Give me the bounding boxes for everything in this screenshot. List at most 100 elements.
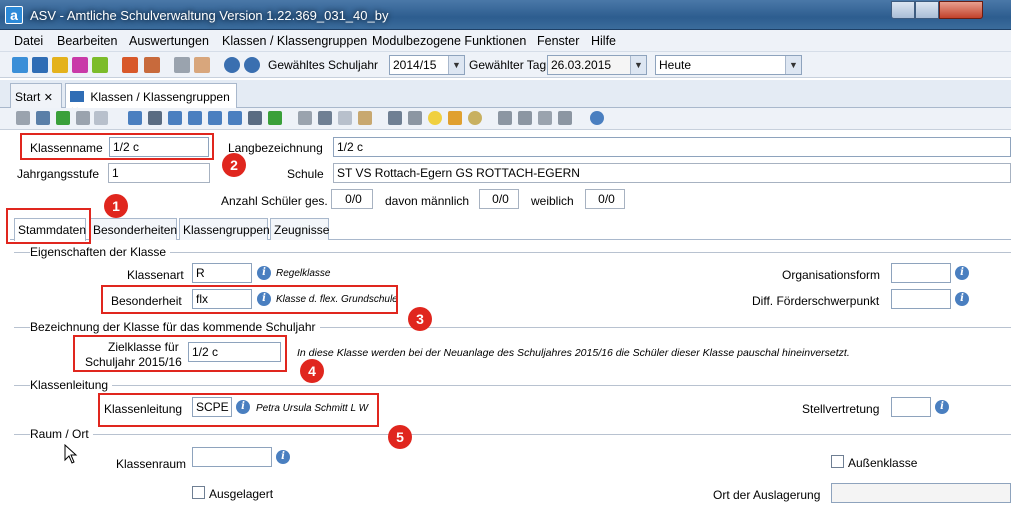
schule-label: Schule <box>287 167 324 181</box>
ort-label: Ort der Auslagerung <box>713 488 821 502</box>
tab-klassen[interactable]: Klassen / Klassengruppen ✕ <box>65 83 237 118</box>
klassenleitung-title: Klassenleitung <box>30 378 113 392</box>
weiblich-field: 0/0 <box>585 189 625 209</box>
langbezeichnung-input[interactable]: 1/2 c <box>333 137 1011 157</box>
clock-icon[interactable] <box>468 111 482 125</box>
menu-auswertungen[interactable]: Auswertungen <box>129 34 209 48</box>
menu-hilfe[interactable]: Hilfe <box>591 34 616 48</box>
prev-record-icon[interactable] <box>188 111 202 125</box>
anzahl-field: 0/0 <box>331 189 373 209</box>
minimize-button[interactable] <box>891 1 915 19</box>
prev-page-icon[interactable] <box>168 111 182 125</box>
students-icon[interactable] <box>12 57 28 73</box>
heute-select[interactable]: Heute ▼ <box>655 55 802 75</box>
annotation-badge-1: 1 <box>104 194 128 218</box>
schule-field[interactable]: ST VS Rottach-Egern GS ROTTACH-EGERN <box>333 163 1011 183</box>
new-record-icon[interactable] <box>16 111 30 125</box>
refresh-icon[interactable] <box>268 111 282 125</box>
class-icon[interactable] <box>32 57 48 73</box>
menu-bearbeiten[interactable]: Bearbeiten <box>57 34 117 48</box>
export-icon[interactable] <box>194 57 210 73</box>
klassenart-input[interactable]: R <box>192 263 252 283</box>
chevron-down-icon[interactable]: ▼ <box>630 56 646 74</box>
klassenart-label: Klassenart <box>127 268 184 282</box>
ausgelagert-checkbox[interactable] <box>192 486 205 499</box>
annotation-box-1 <box>6 208 91 244</box>
paste-icon[interactable] <box>358 111 372 125</box>
title-bar: a ASV - Amtliche Schulverwaltung Version… <box>0 0 1011 30</box>
info-icon[interactable]: i <box>276 450 290 464</box>
report-icon[interactable] <box>144 57 160 73</box>
tab-klassen-label: Klassen / Klassengruppen <box>90 90 230 104</box>
wizard-icon[interactable] <box>448 111 462 125</box>
next-record-icon[interactable] <box>208 111 222 125</box>
annotation-box-5 <box>98 393 379 427</box>
info-icon[interactable] <box>224 57 240 73</box>
help-icon[interactable] <box>590 111 604 125</box>
langbezeichnung-label: Langbezeichnung <box>228 141 323 155</box>
bulb-icon[interactable] <box>428 111 442 125</box>
schedule-icon[interactable] <box>72 57 88 73</box>
close-icon[interactable]: ✕ <box>44 92 53 104</box>
aussenklasse-checkbox[interactable] <box>831 455 844 468</box>
anzahl-label: Anzahl Schüler ges. <box>221 194 328 208</box>
ort-input[interactable] <box>831 483 1011 503</box>
close-button[interactable] <box>939 1 983 19</box>
tab-besonderheiten[interactable]: Besonderheiten <box>89 218 177 240</box>
annotation-badge-5: 5 <box>388 425 412 449</box>
book-icon[interactable] <box>122 57 138 73</box>
menu-modulbezogene-funktionen[interactable]: Modulbezogene Funktionen <box>372 34 526 48</box>
chevron-down-icon[interactable]: ▼ <box>448 56 464 74</box>
foerder-input[interactable] <box>891 289 951 309</box>
tab-klassengruppen[interactable]: Klassengruppen <box>179 218 270 240</box>
document-icon[interactable] <box>92 57 108 73</box>
app-logo-icon: a <box>5 6 23 24</box>
copy-clip-icon[interactable] <box>338 111 352 125</box>
stellvertretung-input[interactable] <box>891 397 931 417</box>
section-divider <box>14 434 1011 435</box>
link-icon[interactable] <box>538 111 552 125</box>
first-record-icon[interactable] <box>148 111 162 125</box>
tag-value: 26.03.2015 <box>551 58 612 72</box>
next-page-icon[interactable] <box>228 111 242 125</box>
save-icon[interactable] <box>36 111 50 125</box>
window-title: ASV - Amtliche Schulverwaltung Version 1… <box>30 8 389 23</box>
tab-zeugnisse[interactable]: Zeugnisse <box>270 218 329 240</box>
copy-icon[interactable] <box>174 57 190 73</box>
cut-icon[interactable] <box>318 111 332 125</box>
delete-icon[interactable] <box>76 111 90 125</box>
klassenraum-input[interactable] <box>192 447 272 467</box>
info-icon[interactable]: i <box>257 266 271 280</box>
group-icon[interactable] <box>518 111 532 125</box>
info-icon[interactable]: i <box>955 292 969 306</box>
tag-field[interactable]: 26.03.2015 ▼ <box>547 55 647 75</box>
print-icon[interactable] <box>388 111 402 125</box>
chevron-down-icon[interactable]: ▼ <box>785 56 801 74</box>
settings-icon[interactable] <box>558 111 572 125</box>
teachers-icon[interactable] <box>52 57 68 73</box>
list-icon[interactable] <box>128 111 142 125</box>
menu-fenster[interactable]: Fenster <box>537 34 579 48</box>
person-icon[interactable] <box>498 111 512 125</box>
menu-datei[interactable]: Datei <box>14 34 43 48</box>
menu-klassen[interactable]: Klassen / Klassengruppen <box>222 34 367 48</box>
last-record-icon[interactable] <box>248 111 262 125</box>
schuljahr-value: 2014/15 <box>393 58 437 72</box>
bezeichnung-title: Bezeichnung der Klasse für das kommende … <box>30 320 320 334</box>
undo-icon[interactable] <box>56 111 70 125</box>
maximize-button[interactable] <box>915 1 939 19</box>
copy-icon[interactable] <box>94 111 108 125</box>
info-icon[interactable]: i <box>955 266 969 280</box>
info-icon[interactable]: i <box>935 400 949 414</box>
jahrgangsstufe-field[interactable]: 1 <box>108 163 210 183</box>
foerder-label: Diff. Förderschwerpunkt <box>752 294 880 308</box>
annotation-box-4 <box>73 335 287 372</box>
tab-start[interactable]: Start ✕ <box>10 83 62 108</box>
stellvertretung-label: Stellvertretung <box>802 402 880 416</box>
back-icon[interactable] <box>298 111 312 125</box>
orgform-input[interactable] <box>891 263 951 283</box>
annotation-badge-4: 4 <box>300 359 324 383</box>
preview-icon[interactable] <box>408 111 422 125</box>
schuljahr-select[interactable]: 2014/15 ▼ <box>389 55 465 75</box>
help-icon[interactable] <box>244 57 260 73</box>
